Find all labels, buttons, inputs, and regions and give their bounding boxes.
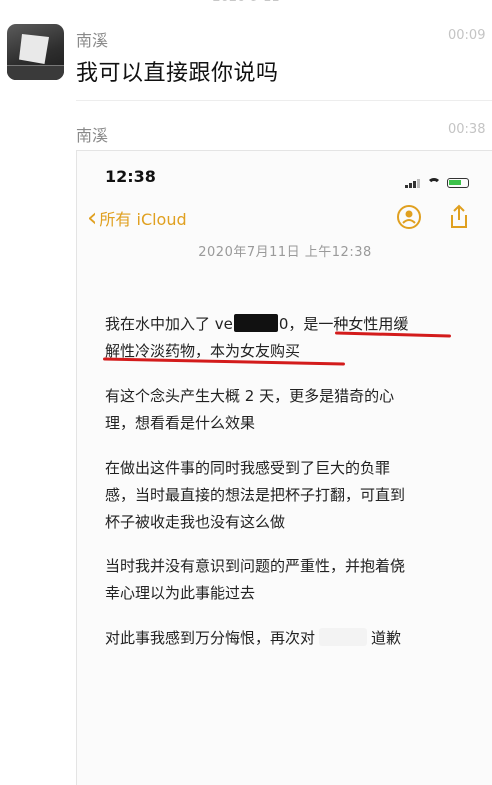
- avatar-logo-icon: [19, 34, 49, 64]
- note-paragraph-4: 当时我并没有意识到问题的严重性，并抱着侥 幸心理以为此事能过去: [105, 557, 406, 602]
- note-paragraph-2: 有这个念头产生大概 2 天，更多是猎奇的心 理，想看看是什么效果: [105, 387, 395, 432]
- status-time: 12:38: [105, 167, 156, 186]
- message-text[interactable]: 我可以直接跟你说吗: [76, 55, 279, 87]
- chat-date-separator: 2020-9-11: [0, 0, 492, 5]
- message-divider: [76, 100, 492, 101]
- redaction-white: [319, 628, 368, 646]
- message-time: 00:38: [448, 122, 486, 137]
- battery-icon: [447, 178, 469, 188]
- share-person-icon[interactable]: [395, 203, 423, 231]
- avatar[interactable]: [7, 24, 64, 80]
- sender-name: 南溪: [76, 31, 109, 50]
- note-paragraph-1: 我在水中加入了 ve 0，是一种女性用缓 解性冷淡药物，本为女友购买: [105, 314, 409, 360]
- message-time: 00:09: [448, 28, 486, 43]
- sender-name: 南溪: [76, 126, 109, 145]
- status-icons: [405, 169, 469, 188]
- wifi-icon: [427, 178, 441, 188]
- image-message[interactable]: 12:38 ‹ 所有 iCloud 2020年7月11日 上午12:38 我在水…: [76, 150, 492, 785]
- note-paragraph-3: 在做出这件事的同时我感受到了巨大的负罪 感，当时最直接的想法是把杯子打翻，可直到…: [105, 459, 406, 531]
- chevron-left-icon: ‹: [87, 203, 98, 233]
- share-icon[interactable]: [445, 203, 473, 231]
- note-date: 2020年7月11日 上午12:38: [198, 245, 372, 260]
- back-button[interactable]: ‹ 所有 iCloud: [87, 205, 187, 231]
- redaction-black: [233, 314, 278, 332]
- back-label: 所有 iCloud: [99, 210, 187, 229]
- note-paragraph-5: 对此事我感到万分悔恨，再次对 道歉: [105, 628, 402, 647]
- signal-icon: [405, 169, 421, 188]
